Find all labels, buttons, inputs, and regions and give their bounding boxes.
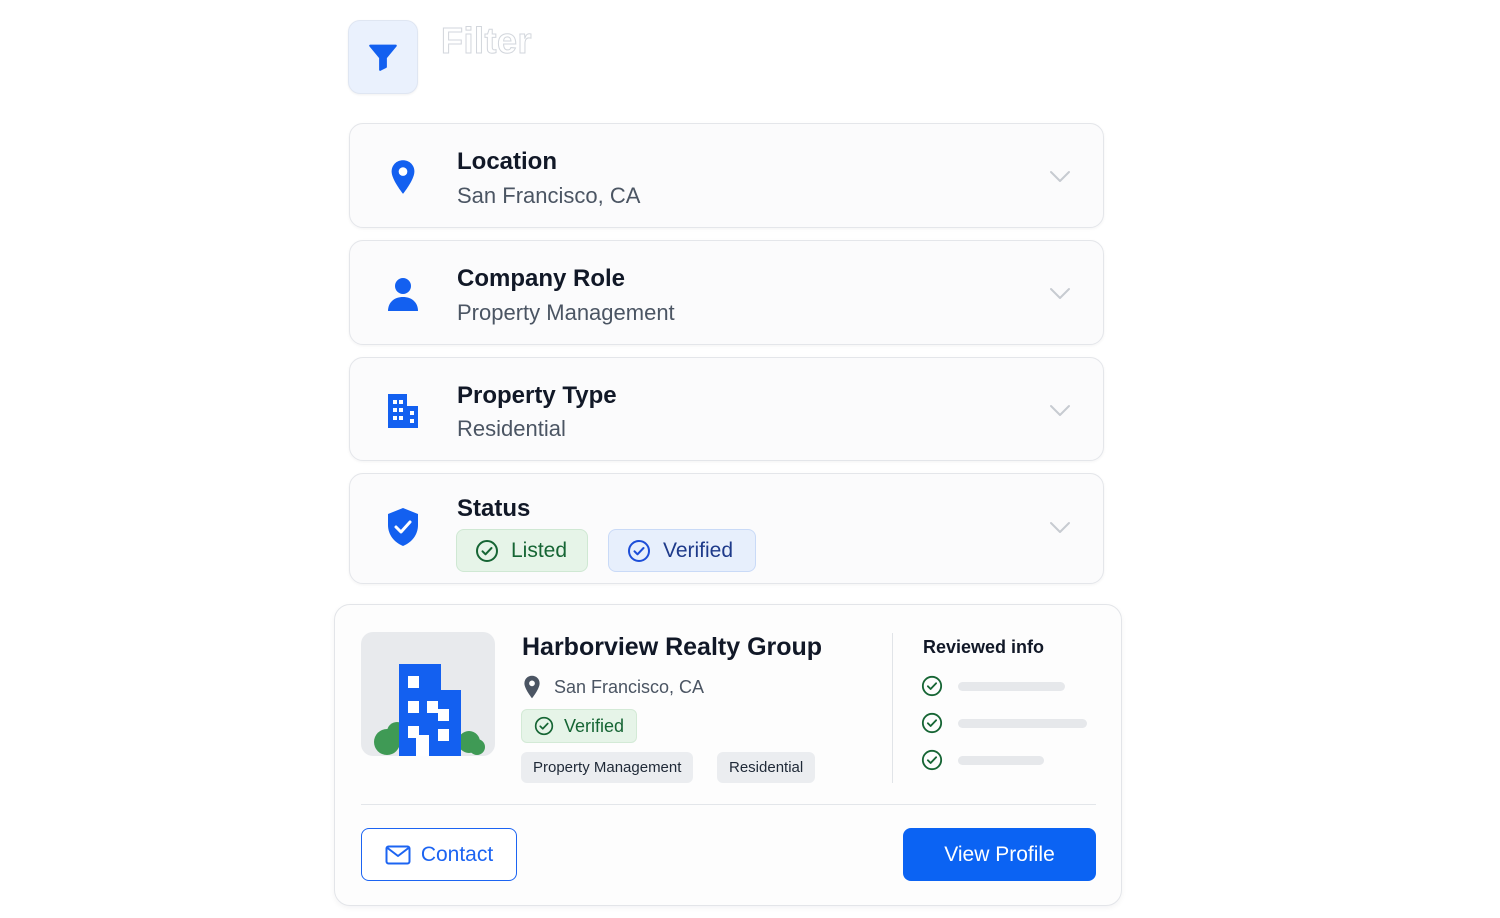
building-icon bbox=[383, 391, 423, 431]
funnel-icon bbox=[369, 44, 397, 71]
status-chip-listed-label: Listed bbox=[511, 538, 568, 562]
chevron-down-icon[interactable] bbox=[1049, 287, 1071, 301]
placeholder-bar bbox=[958, 718, 1087, 728]
status-chip-listed[interactable]: Listed bbox=[456, 529, 588, 572]
status-chip-verified-label: Verified bbox=[663, 538, 734, 562]
filter-property-type-label: Property Type bbox=[457, 382, 617, 409]
filter-status[interactable]: Status Listed Verified bbox=[349, 473, 1104, 584]
check-circle-icon bbox=[534, 716, 554, 736]
company-location: San Francisco, CA bbox=[522, 675, 704, 699]
placeholder-bar bbox=[958, 755, 1044, 765]
map-pin-icon bbox=[524, 675, 540, 699]
vertical-divider bbox=[892, 633, 893, 783]
filter-location-label: Location bbox=[457, 148, 557, 175]
verified-badge: Verified bbox=[521, 709, 638, 743]
status-chip-verified[interactable]: Verified bbox=[608, 529, 756, 572]
check-circle-icon bbox=[921, 749, 943, 771]
filter-location[interactable]: Location San Francisco, CA bbox=[349, 123, 1104, 228]
reviewed-info-item bbox=[921, 749, 1044, 771]
chevron-down-icon[interactable] bbox=[1049, 521, 1071, 535]
placeholder-bar bbox=[958, 681, 1065, 691]
filter-title: Filter bbox=[440, 20, 533, 62]
filter-button[interactable] bbox=[348, 20, 418, 94]
check-circle-icon bbox=[921, 712, 943, 734]
view-profile-button[interactable]: View Profile bbox=[903, 828, 1096, 881]
check-circle-icon bbox=[476, 539, 498, 562]
mail-icon bbox=[385, 845, 411, 864]
filter-property-type[interactable]: Property Type Residential bbox=[349, 357, 1104, 461]
filter-company-role[interactable]: Company Role Property Management bbox=[349, 240, 1104, 345]
reviewed-info-title: Reviewed info bbox=[923, 637, 1045, 657]
filter-status-label: Status bbox=[457, 495, 531, 522]
company-name: Harborview Realty Group bbox=[522, 633, 823, 661]
tag-residential: Residential bbox=[717, 752, 816, 783]
filter-company-role-label: Company Role bbox=[457, 265, 626, 292]
reviewed-info-item bbox=[921, 712, 1087, 734]
card-divider bbox=[361, 804, 1096, 805]
contact-button[interactable]: Contact bbox=[361, 828, 517, 881]
filter-panel: Filter Location San Francisco, CA Compan… bbox=[0, 0, 1500, 918]
company-profile-card: Harborview Realty Group San Francisco, C… bbox=[334, 604, 1122, 906]
check-circle-icon bbox=[628, 539, 650, 562]
reviewed-info-item bbox=[921, 675, 1065, 697]
company-location-text: San Francisco, CA bbox=[554, 676, 705, 697]
filter-location-value: San Francisco, CA bbox=[457, 183, 641, 208]
tag-property-management: Property Management bbox=[521, 752, 694, 783]
person-icon bbox=[383, 274, 423, 314]
view-profile-button-label: View Profile bbox=[944, 842, 1055, 866]
chevron-down-icon[interactable] bbox=[1049, 170, 1071, 184]
building-illustration-icon bbox=[374, 664, 485, 756]
company-thumbnail bbox=[361, 632, 495, 756]
contact-button-label: Contact bbox=[420, 842, 494, 866]
map-pin-icon bbox=[383, 157, 423, 197]
chevron-down-icon[interactable] bbox=[1049, 404, 1071, 418]
verified-badge-label: Verified bbox=[564, 715, 625, 736]
filter-company-role-value: Property Management bbox=[457, 300, 675, 325]
filter-property-type-value: Residential bbox=[457, 416, 566, 441]
check-circle-icon bbox=[921, 675, 943, 697]
shield-check-icon bbox=[383, 507, 423, 547]
